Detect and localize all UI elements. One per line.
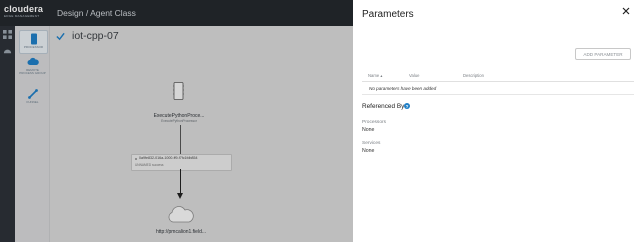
parameters-table-header: Name ▴ Value Description xyxy=(362,71,634,82)
services-label: Services xyxy=(362,141,381,146)
help-icon[interactable]: ? xyxy=(404,103,410,109)
drawer-title: Parameters xyxy=(362,9,414,20)
empty-message: No parameters have been added xyxy=(369,86,437,91)
modal-overlay[interactable] xyxy=(0,0,353,242)
column-header-description: Description xyxy=(463,73,484,78)
column-header-value: Value xyxy=(409,73,420,78)
close-icon[interactable] xyxy=(622,7,630,15)
processors-value: None xyxy=(362,127,375,133)
services-value: None xyxy=(362,148,375,154)
empty-table-row: No parameters have been added xyxy=(362,82,634,95)
add-parameter-button[interactable]: ADD PARAMETER xyxy=(575,48,631,60)
column-header-name[interactable]: Name ▴ xyxy=(368,73,382,78)
processors-label: Processors xyxy=(362,120,386,125)
referenced-by-heading: Referenced By xyxy=(362,103,405,110)
parameters-drawer: Parameters ADD PARAMETER Name ▴ Value De… xyxy=(353,0,640,242)
svg-text:?: ? xyxy=(406,104,409,109)
